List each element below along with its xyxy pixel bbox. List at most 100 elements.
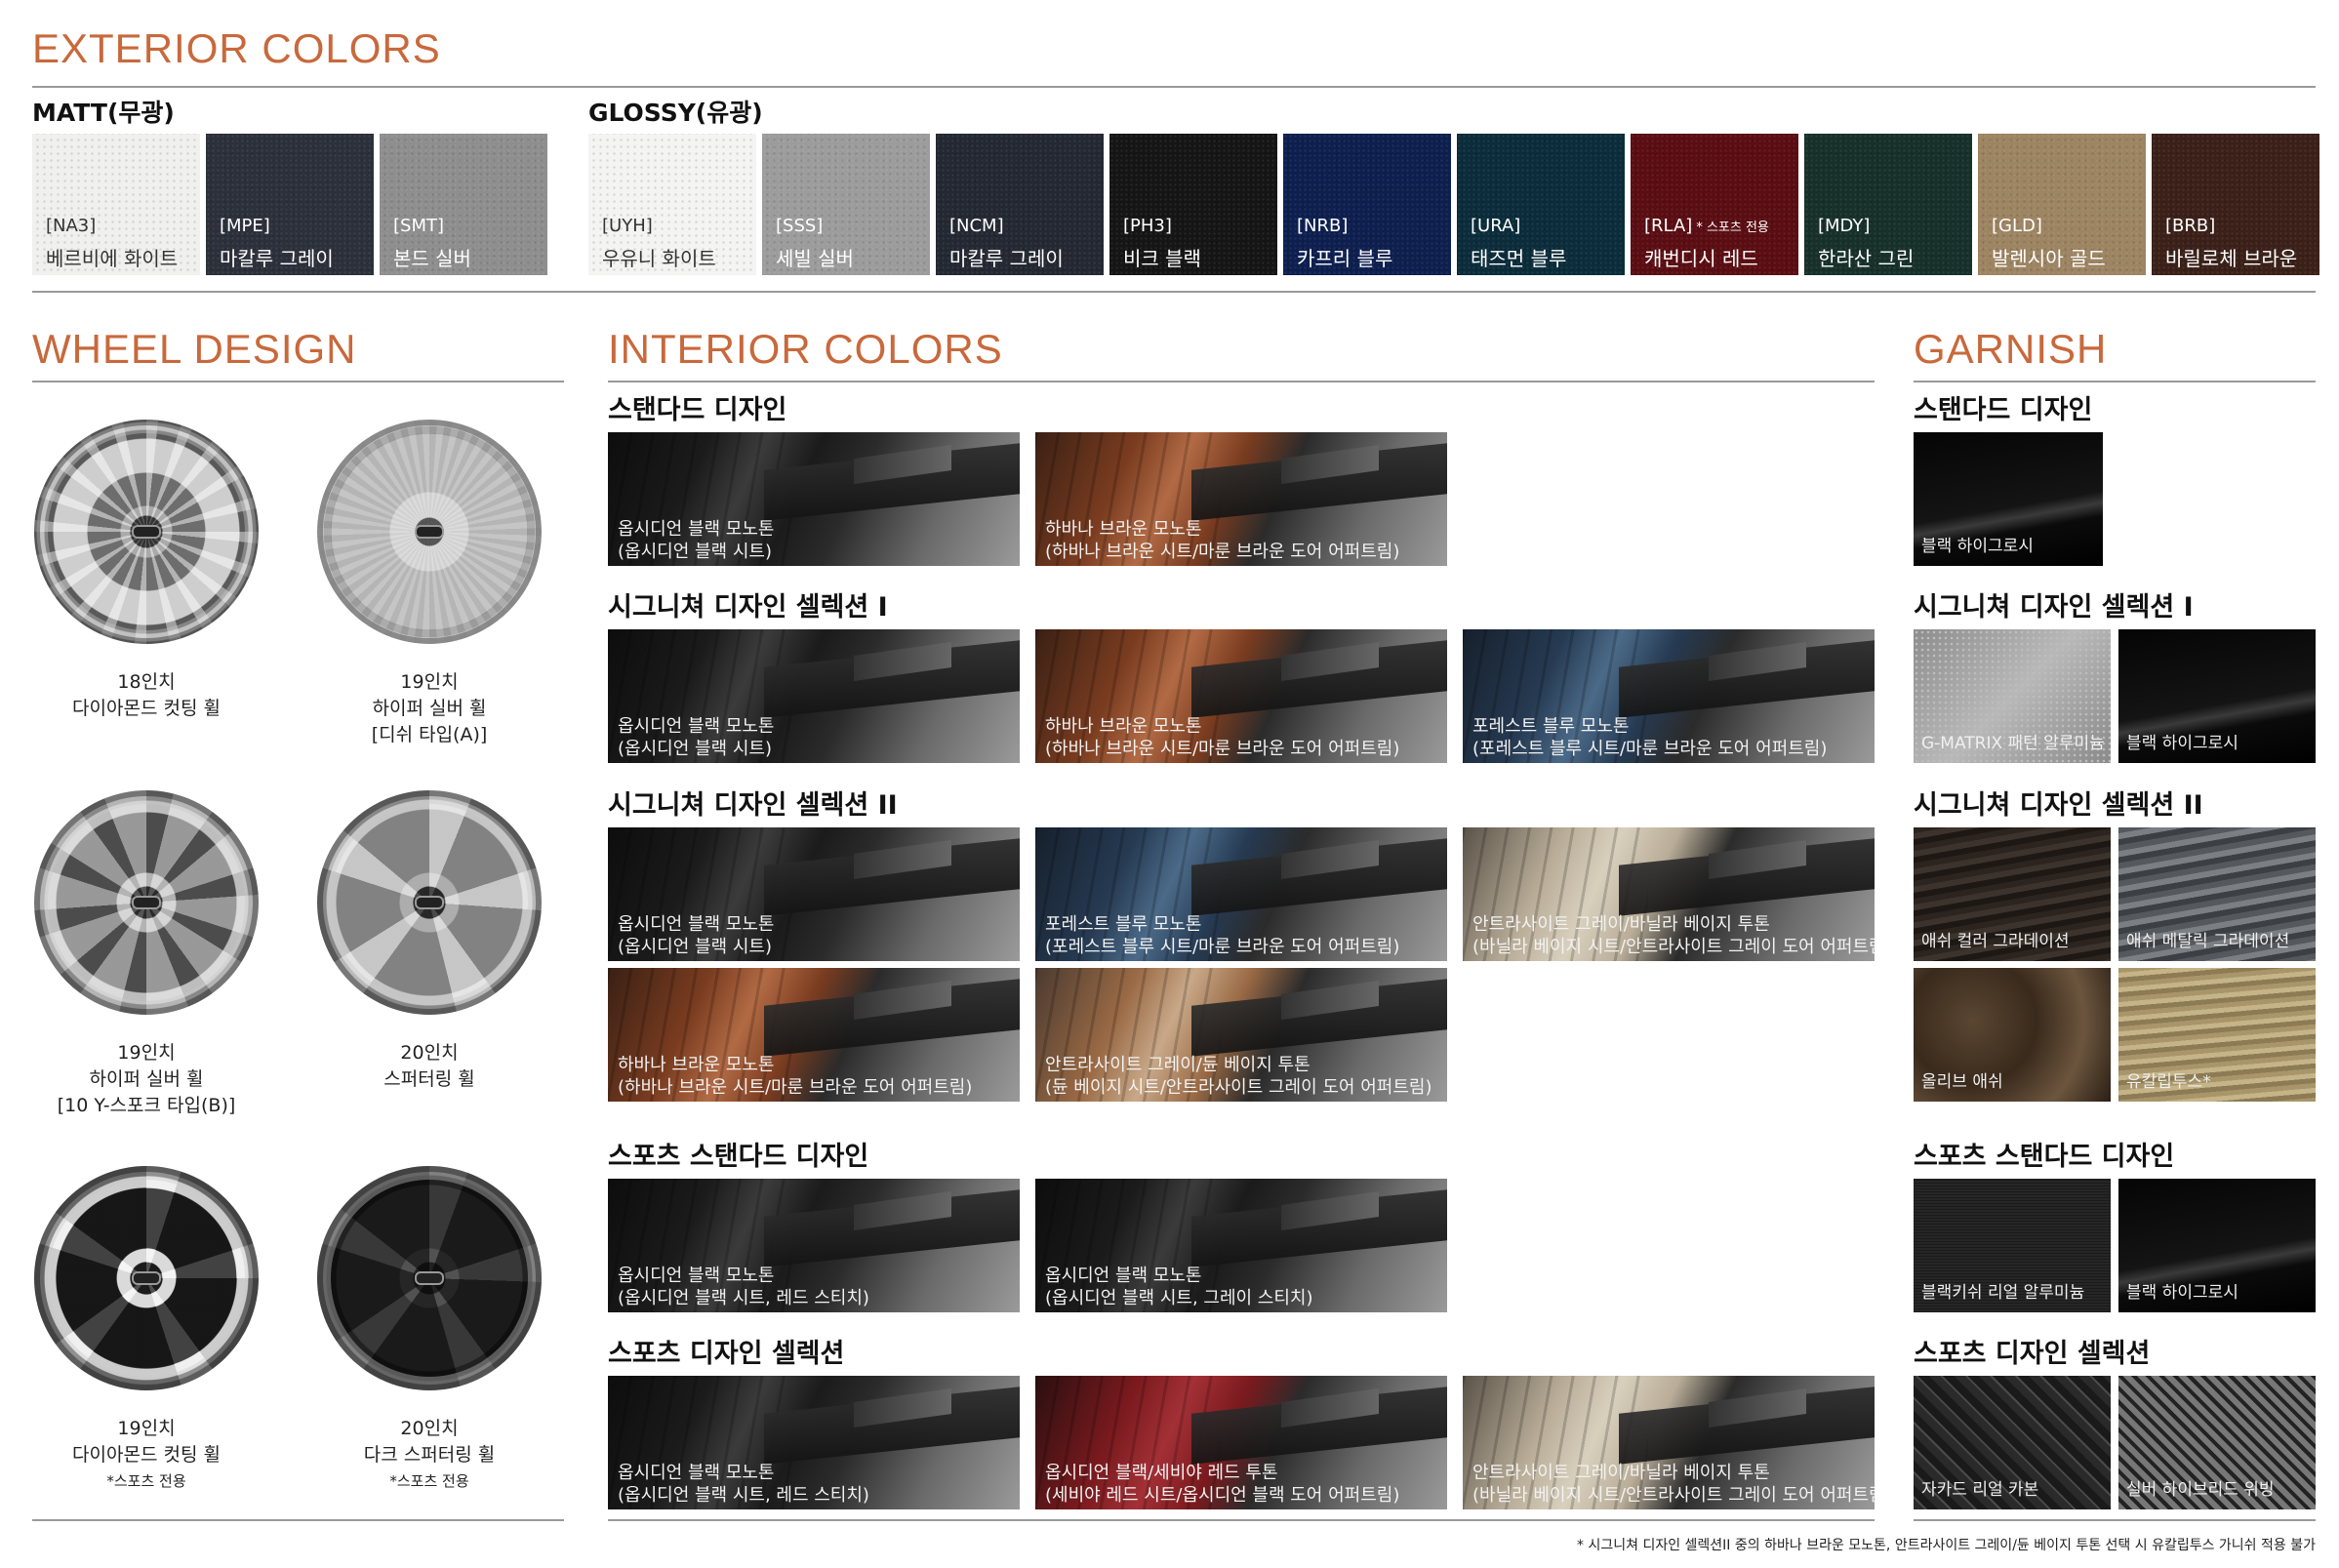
wheel-image: [317, 420, 542, 644]
swatch-code-text: [NCM]: [949, 216, 1004, 236]
color-swatch[interactable]: [URA] 태즈먼 블루: [1457, 134, 1625, 275]
swatch-code: [NCM]: [949, 216, 1004, 236]
interior-photo[interactable]: 옵시디언 블랙 모노톤 (옵시디언 블랙 시트): [608, 827, 1020, 961]
swatch-name: 마칼루 그레이: [949, 247, 1064, 270]
garnish-tile[interactable]: 블랙 하이그로시: [2118, 1179, 2316, 1312]
interior-detail: (포레스트 블루 시트/마룬 브라운 도어 어퍼트림): [1472, 739, 1828, 759]
interior-rule: [608, 381, 1875, 382]
garnish-tile[interactable]: G-MATRIX 패턴 알루미늄: [1914, 629, 2111, 763]
swatch-code: [MDY]: [1818, 216, 1870, 236]
garnish-label: 애쉬 컬러 그라데이션: [1921, 932, 2070, 951]
swatch-name: 우유니 화이트: [602, 247, 716, 270]
color-swatch[interactable]: [NCM] 마칼루 그레이: [936, 134, 1104, 275]
wheel-hub-icon: [132, 1271, 161, 1285]
interior-photo[interactable]: 하바나 브라운 모노톤 (하바나 브라운 시트/마룬 브라운 도어 어퍼트림): [1035, 432, 1447, 566]
wheel-item[interactable]: 20인치스퍼터링 휠: [293, 790, 566, 1093]
garnish-tile[interactable]: 블랙 하이그로시: [1914, 432, 2103, 566]
wheel-hub-icon: [415, 1271, 444, 1285]
color-swatch[interactable]: [SMT] 본드 실버: [380, 134, 547, 275]
wheel-name: 하이퍼 실버 휠: [89, 1068, 204, 1090]
wheel-extra: [디쉬 타입(A)]: [371, 724, 488, 745]
interior-photo[interactable]: 안트라사이트 그레이/듄 베이지 투톤 (듄 베이지 시트/안트라사이트 그레이 …: [1035, 968, 1447, 1102]
wheel-item[interactable]: 18인치 다이아몬드 컷팅 휠: [10, 420, 283, 722]
swatch-code-text: [NA3]: [46, 216, 97, 236]
interior-group-heading: 시그니쳐 디자인 셀렉션 II: [608, 790, 898, 821]
garnish-label: 실버 하이브리드 위빙: [2126, 1480, 2275, 1500]
interior-detail: (옵시디언 블랙 시트): [618, 937, 772, 957]
swatch-code: [NRB]: [1297, 216, 1348, 236]
interior-photo[interactable]: 안트라사이트 그레이/바닐라 베이지 투톤 (바닐라 베이지 시트/안트라사이트 …: [1463, 1376, 1875, 1509]
interior-photo[interactable]: 옵시디언 블랙 모노톤 (옵시디언 블랙 시트, 그레이 스티치): [1035, 1179, 1447, 1312]
wheel-size: 19인치: [117, 1418, 176, 1439]
interior-photo[interactable]: 옵시디언 블랙/세비야 레드 투톤 (세비야 레드 시트/옵시디언 블랙 도어 어…: [1035, 1376, 1447, 1509]
wheel-extra: [10 Y-스포크 타입(B)]: [57, 1095, 236, 1116]
swatch-code-text: [SMT]: [393, 216, 444, 236]
wheel-image: [317, 1166, 542, 1390]
interior-photo[interactable]: 포레스트 블루 모노톤 (포레스트 블루 시트/마룬 브라운 도어 어퍼트림): [1035, 827, 1447, 961]
interior-photo[interactable]: 안트라사이트 그레이/바닐라 베이지 투톤 (바닐라 베이지 시트/안트라사이트 …: [1463, 827, 1875, 961]
interior-photo[interactable]: 포레스트 블루 모노톤 (포레스트 블루 시트/마룬 브라운 도어 어퍼트림): [1463, 629, 1875, 763]
interior-group-heading: 스탠다드 디자인: [608, 395, 787, 425]
color-swatch[interactable]: [MPE] 마칼루 그레이: [206, 134, 374, 275]
wheel-image: [34, 420, 259, 644]
garnish-tile[interactable]: 애쉬 메탈릭 그라데이션: [2118, 827, 2316, 961]
interior-photo[interactable]: 옵시디언 블랙 모노톤 (옵시디언 블랙 시트, 레드 스티치): [608, 1179, 1020, 1312]
interior-group-heading: 스포츠 스탠다드 디자인: [608, 1142, 869, 1172]
glossy-label: GLOSSY(유광): [588, 99, 763, 127]
wheel-hub-icon: [132, 525, 161, 539]
interior-photo[interactable]: 하바나 브라운 모노톤 (하바나 브라운 시트/마룬 브라운 도어 어퍼트림): [608, 968, 1020, 1102]
wheel-item[interactable]: 19인치하이퍼 실버 휠 [디쉬 타입(A)]: [293, 420, 566, 748]
color-swatch[interactable]: [BRB] 바릴로체 브라운: [2152, 134, 2319, 275]
color-swatch[interactable]: [RLA] * 스포츠 전용 캐번디시 레드: [1631, 134, 1798, 275]
interior-photo[interactable]: 옵시디언 블랙 모노톤 (옵시디언 블랙 시트): [608, 432, 1020, 566]
garnish-title: GARNISH: [1914, 326, 2108, 372]
garnish-rule: [1914, 381, 2316, 382]
swatch-code: [NA3]: [46, 216, 96, 236]
color-swatch[interactable]: [NA3] 베르비에 화이트: [32, 134, 200, 275]
wheel-bottom-rule: [32, 1519, 564, 1521]
color-swatch[interactable]: [NRB] 카프리 블루: [1283, 134, 1451, 275]
wheel-name: 다크 스퍼터링 휠: [363, 1444, 496, 1466]
garnish-tile[interactable]: 유칼립투스*: [2118, 968, 2316, 1102]
garnish-tile[interactable]: 올리브 애쉬: [1914, 968, 2111, 1102]
garnish-tile[interactable]: 블랙키쉬 리얼 알루미늄: [1914, 1179, 2111, 1312]
garnish-tile[interactable]: 자카드 리얼 카본: [1914, 1376, 2111, 1509]
swatch-name: 카프리 블루: [1297, 247, 1393, 270]
swatch-code-text: [BRB]: [2165, 216, 2216, 236]
color-swatch[interactable]: [MDY] 한라산 그린: [1804, 134, 1972, 275]
garnish-group-heading: 시그니쳐 디자인 셀렉션 I: [1914, 592, 2194, 623]
wheel-item[interactable]: 19인치 다이아몬드 컷팅 휠 *스포츠 전용: [10, 1166, 283, 1495]
color-swatch[interactable]: [UYH] 우유니 화이트: [588, 134, 756, 275]
interior-detail: (옵시디언 블랙 시트, 레드 스티치): [618, 1485, 869, 1506]
interior-detail: (하바나 브라운 시트/마룬 브라운 도어 어퍼트림): [1045, 739, 1400, 759]
interior-detail: (바닐라 베이지 시트/안트라사이트 그레이 도어 어퍼트림): [1472, 937, 1875, 957]
wheel-size: 20인치: [400, 1042, 459, 1064]
swatch-code: [UYH]: [602, 216, 653, 236]
color-swatch[interactable]: [SSS] 세빌 실버: [762, 134, 930, 275]
interior-photo[interactable]: 하바나 브라운 모노톤 (하바나 브라운 시트/마룬 브라운 도어 어퍼트림): [1035, 629, 1447, 763]
swatch-name: 태즈먼 블루: [1471, 247, 1567, 270]
wheel-size: 19인치: [400, 671, 459, 693]
wheel-item[interactable]: 19인치하이퍼 실버 휠 [10 Y-스포크 타입(B)]: [10, 790, 283, 1119]
wheel-item[interactable]: 20인치 다크 스퍼터링 휠 *스포츠 전용: [293, 1166, 566, 1495]
swatch-code: [SSS]: [776, 216, 823, 236]
garnish-tile[interactable]: 블랙 하이그로시: [2118, 629, 2316, 763]
garnish-tile[interactable]: 실버 하이브리드 위빙: [2118, 1376, 2316, 1509]
wheel-name: 하이퍼 실버 휠: [372, 698, 487, 719]
interior-photo[interactable]: 옵시디언 블랙 모노톤 (옵시디언 블랙 시트, 레드 스티치): [608, 1376, 1020, 1509]
interior-title: INTERIOR COLORS: [608, 326, 1003, 372]
interior-group-heading: 시그니쳐 디자인 셀렉션 I: [608, 592, 888, 623]
interior-detail: (바닐라 베이지 시트/안트라사이트 그레이 도어 어퍼트림): [1472, 1485, 1875, 1506]
garnish-label: 애쉬 메탈릭 그라데이션: [2126, 932, 2290, 951]
wheel-name: 스퍼터링 휠: [383, 1068, 475, 1090]
wheel-extra: *스포츠 전용: [389, 1472, 469, 1490]
color-swatch[interactable]: [PH3] 비크 블랙: [1109, 134, 1277, 275]
matt-label: MATT(무광): [32, 99, 175, 127]
interior-photo[interactable]: 옵시디언 블랙 모노톤 (옵시디언 블랙 시트): [608, 629, 1020, 763]
wheel-hub-icon: [415, 525, 444, 539]
color-swatch[interactable]: [GLD] 발렌시아 골드: [1978, 134, 2146, 275]
wheel-size: 19인치: [117, 1042, 176, 1064]
interior-detail: (하바나 브라운 시트/마룬 브라운 도어 어퍼트림): [618, 1077, 973, 1098]
garnish-label: 자카드 리얼 카본: [1921, 1480, 2039, 1500]
garnish-tile[interactable]: 애쉬 컬러 그라데이션: [1914, 827, 2111, 961]
